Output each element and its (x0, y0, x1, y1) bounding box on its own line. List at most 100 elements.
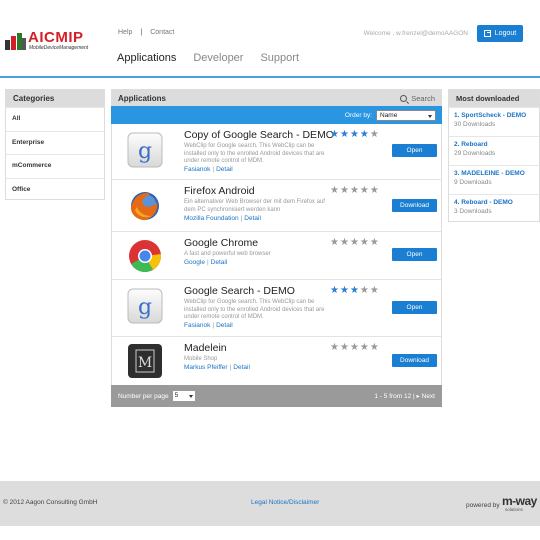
vendor-link[interactable]: Fasianok (184, 322, 210, 329)
star-icon[interactable]: ★ (350, 342, 360, 353)
divider: | (212, 166, 215, 173)
brand-subtitle: solutions (505, 507, 523, 512)
star-icon[interactable]: ★ (350, 185, 360, 196)
category-all[interactable]: All (6, 107, 104, 131)
star-icon[interactable]: ★ (370, 185, 380, 196)
star-icon[interactable]: ★ (340, 237, 350, 248)
brand-logo[interactable]: m-way (502, 494, 537, 508)
vendor-link[interactable]: Google (184, 259, 205, 266)
star-icon[interactable]: ★ (340, 342, 350, 353)
app-row: M Madelein Mobile Shop Markus Pfeiffer | D… (112, 337, 441, 385)
md-count: 3 Downloads (454, 208, 492, 215)
list-item[interactable]: 1. SportScheck - DEMO 30 Downloads (449, 107, 539, 136)
order-by-select[interactable]: Name (376, 109, 436, 121)
nav-developer[interactable]: Developer (193, 52, 243, 64)
divider: | (229, 364, 232, 371)
vendor-link[interactable]: Mozilla Foundation (184, 215, 239, 222)
star-icon[interactable]: ★ (340, 185, 350, 196)
footer: © 2012 Aagon Consulting GmbH Legal Notic… (0, 481, 540, 526)
star-icon[interactable]: ★ (330, 185, 340, 196)
help-link[interactable]: Help (118, 29, 132, 36)
detail-link[interactable]: Detail (244, 215, 261, 222)
app-links: Google | Detail (184, 259, 227, 266)
search-label: Search (411, 93, 435, 103)
app-links: Markus Pfeiffer | Detail (184, 364, 250, 371)
open-button[interactable]: Open (392, 301, 437, 314)
header-divider (0, 76, 540, 78)
google-search-icon[interactable]: g (127, 132, 163, 168)
open-button[interactable]: Open (392, 144, 437, 157)
logo-title: AICMIP (28, 29, 84, 46)
category-mcommerce[interactable]: mCommerce (6, 154, 104, 178)
app-name[interactable]: Google Search - DEMO (184, 285, 295, 297)
svg-text:M: M (138, 355, 152, 371)
vendor-link[interactable]: Fasianok (184, 166, 210, 173)
app-name[interactable]: Google Chrome (184, 237, 258, 249)
vendor-link[interactable]: Markus Pfeiffer (184, 364, 228, 371)
list-item[interactable]: 3. MADELEINE - DEMO 9 Downloads (449, 165, 539, 194)
detail-link[interactable]: Detail (211, 259, 228, 266)
star-icon[interactable]: ★ (360, 129, 370, 140)
next-arrow-icon[interactable]: ▸ (417, 393, 420, 400)
md-title[interactable]: 2. Reboard (454, 141, 534, 148)
search-button[interactable]: Search (400, 94, 435, 103)
star-icon[interactable]: ★ (330, 285, 340, 296)
logout-button[interactable]: Logout (477, 25, 523, 42)
star-icon[interactable]: ★ (360, 342, 370, 353)
madelein-icon[interactable]: M (127, 343, 163, 379)
star-icon[interactable]: ★ (330, 342, 340, 353)
per-page-select[interactable]: 5 (172, 391, 195, 401)
next-link[interactable]: Next (422, 393, 435, 400)
logout-label: Logout (494, 30, 517, 37)
contact-link[interactable]: Contact (150, 29, 174, 36)
app-name[interactable]: Copy of Google Search - DEMO (184, 129, 334, 141)
md-title[interactable]: 4. Reboard - DEMO (454, 199, 534, 206)
list-item[interactable]: 2. Reboard 29 Downloads (449, 136, 539, 165)
app-name[interactable]: Madelein (184, 342, 227, 354)
range-text: 1 - 5 from 12 | (374, 393, 415, 400)
logo[interactable]: AICMIP MobileDeviceManagement (5, 27, 105, 55)
divider: | (240, 215, 243, 222)
star-icon[interactable]: ★ (350, 285, 360, 296)
rating-stars: ★★★★★ (330, 285, 380, 296)
star-icon[interactable]: ★ (370, 129, 380, 140)
per-page-control: Number per page 5 (118, 391, 195, 401)
nav-applications[interactable]: Applications (117, 52, 176, 64)
star-icon[interactable]: ★ (360, 285, 370, 296)
google-search-icon[interactable]: g (127, 288, 163, 324)
star-icon[interactable]: ★ (360, 185, 370, 196)
most-downloaded-panel: Most downloaded 1. SportScheck - DEMO 30… (448, 89, 540, 222)
star-icon[interactable]: ★ (370, 342, 380, 353)
md-title[interactable]: 3. MADELEINE - DEMO (454, 170, 534, 177)
star-icon[interactable]: ★ (360, 237, 370, 248)
star-icon[interactable]: ★ (370, 237, 380, 248)
detail-link[interactable]: Detail (216, 322, 233, 329)
open-button[interactable]: Open (392, 248, 437, 261)
legal-link[interactable]: Legal Notice/Disclaimer (251, 499, 319, 506)
firefox-icon[interactable] (127, 188, 163, 224)
download-button[interactable]: Download (392, 199, 437, 212)
star-icon[interactable]: ★ (350, 237, 360, 248)
star-icon[interactable]: ★ (370, 285, 380, 296)
chrome-icon[interactable] (127, 238, 163, 274)
app-row: Firefox Android Ein alternativer Web Bro… (112, 180, 441, 232)
detail-link[interactable]: Detail (216, 166, 233, 173)
star-icon[interactable]: ★ (330, 237, 340, 248)
app-row: g Google Search - DEMO WebClip for Googl… (112, 280, 441, 337)
app-links: Fasianok | Detail (184, 322, 233, 329)
category-enterprise[interactable]: Enterprise (6, 130, 104, 155)
download-button[interactable]: Download (392, 354, 437, 367)
rating-stars: ★★★★★ (330, 237, 380, 248)
list-item[interactable]: 4. Reboard - DEMO 3 Downloads (449, 194, 539, 223)
app-name[interactable]: Firefox Android (184, 185, 255, 197)
star-icon[interactable]: ★ (340, 129, 350, 140)
search-icon (400, 94, 408, 102)
md-title[interactable]: 1. SportScheck - DEMO (454, 112, 534, 119)
category-office[interactable]: Office (6, 177, 104, 202)
app-row: Google Chrome A fast and powerful web br… (112, 232, 441, 280)
star-icon[interactable]: ★ (350, 129, 360, 140)
nav-support[interactable]: Support (260, 52, 299, 64)
detail-link[interactable]: Detail (233, 364, 250, 371)
star-icon[interactable]: ★ (340, 285, 350, 296)
star-icon[interactable]: ★ (330, 129, 340, 140)
